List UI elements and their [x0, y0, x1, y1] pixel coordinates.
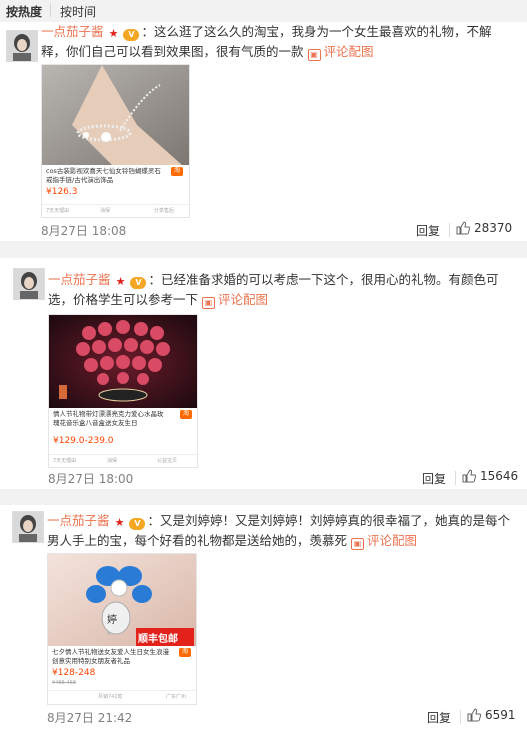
image-icon: ▣ — [307, 49, 321, 61]
thumb-up-icon — [456, 221, 470, 235]
taobao-shop-icon: 淘 — [178, 648, 192, 657]
product-title: 七夕情人节礼物送女友爱人生日女生浪漫创意实用特别女朋友者礼品 — [52, 648, 169, 665]
like-button[interactable]: 28370 — [456, 221, 512, 235]
username-link[interactable]: 一点茄子酱 — [47, 513, 110, 528]
free-shipping-banner: 顺丰包邮 — [138, 634, 178, 645]
view-review-image-link[interactable]: ▣ 评论配图 — [351, 533, 418, 550]
avatar[interactable] — [6, 30, 38, 62]
product-title: 情人节礼物带灯漂漂亮克力爱心水晶玫瑰花音乐盒八音盒送女友生日 — [53, 410, 164, 427]
thumb-up-icon — [462, 469, 476, 483]
action-divider — [460, 710, 461, 724]
comment-body: 一点茄子酱 ★ V ：已经准备求婚的可以考虑一下这个，很用心的礼物。有颜色可选，价… — [48, 270, 518, 310]
product-price: ¥129.0-239.0 — [53, 436, 114, 446]
comment-card: 一点茄子酱 ★ V ：这么逛了这么久的淘宝，我身为一个女生最喜欢的礼物，不解释，你… — [0, 22, 527, 241]
like-button[interactable]: 6591 — [467, 708, 516, 722]
review-label: 评论配图 — [367, 533, 418, 548]
star-badge-icon: ★ — [108, 27, 119, 40]
original-price: ¥488-458 — [52, 680, 77, 686]
product-footer: 月销742笔 广东广州 — [48, 690, 196, 703]
comment-timestamp: 8月27日 21:42 — [47, 711, 133, 725]
product-tag-return: 7天无理由 — [46, 208, 70, 214]
vip-badge-icon: V — [129, 518, 146, 530]
like-button[interactable]: 15646 — [462, 469, 518, 483]
shop-location: 广东广州 — [166, 694, 187, 700]
product-price: ¥128-248 — [52, 668, 96, 678]
star-badge-icon: ★ — [114, 516, 125, 529]
product-tag-guarantee: 消保 — [100, 208, 111, 214]
reply-button[interactable]: 回复 — [422, 470, 446, 487]
username-link[interactable]: 一点茄子酱 — [48, 272, 111, 287]
like-count: 15646 — [480, 469, 519, 483]
like-count: 6591 — [485, 708, 516, 722]
product-tag-guarantee: 消保 — [107, 458, 118, 464]
view-review-image-link[interactable]: ▣ 评论配图 — [202, 292, 269, 309]
comment-card: 一点茄子酱 ★ V ：已经准备求婚的可以考虑一下这个，很用心的礼物。有颜色可选，价… — [0, 258, 527, 489]
sort-by-hot-tab[interactable]: 按热度 — [6, 3, 42, 20]
product-tag-charity: 公益宝贝 — [157, 458, 178, 464]
vip-badge-icon: V — [130, 277, 147, 289]
action-divider — [449, 223, 450, 237]
reply-button[interactable]: 回复 — [427, 709, 451, 726]
product-tag-share: 分享售后 — [154, 208, 175, 214]
sort-bar: 按热度 按时间 — [0, 0, 527, 22]
username-link[interactable]: 一点茄子酱 — [41, 24, 104, 39]
view-review-image-link[interactable]: ▣ 评论配图 — [307, 44, 374, 61]
product-footer: 7天无理由 消保 分享售后 — [42, 204, 189, 217]
comment-body: 一点茄子酱 ★ V ：这么逛了这么久的淘宝，我身为一个女生最喜欢的礼物，不解释，你… — [41, 22, 511, 62]
product-price: ¥126.3 — [46, 187, 78, 197]
reply-button[interactable]: 回复 — [416, 222, 440, 239]
thumb-up-icon — [467, 708, 481, 722]
comment-timestamp: 8月27日 18:08 — [41, 224, 127, 238]
avatar[interactable] — [13, 268, 45, 300]
star-badge-icon: ★ — [115, 275, 126, 288]
review-label: 评论配图 — [218, 292, 269, 307]
like-count: 28370 — [474, 221, 513, 235]
comment-timestamp: 8月27日 18:00 — [48, 472, 134, 486]
sort-by-time-tab[interactable]: 按时间 — [60, 3, 96, 20]
product-card[interactable]: 情人节礼物带灯漂漂亮克力爱心水晶玫瑰花音乐盒八音盒送女友生日 淘 ¥129.0-… — [48, 314, 198, 468]
product-card[interactable]: cos古装影视欢喜天七仙女铃铛蝴蝶灵石戒指手链/古代演出饰品 淘 ¥126.3 … — [41, 64, 190, 218]
product-photo — [42, 65, 189, 165]
monthly-sales: 月销742笔 — [98, 694, 123, 700]
product-tag-return: 7天无理由 — [53, 458, 77, 464]
product-footer: 7天无理由 消保 公益宝贝 — [49, 454, 197, 467]
image-icon: ▣ — [351, 538, 364, 550]
taobao-shop-icon: 淘 — [170, 167, 184, 176]
action-divider — [455, 471, 456, 485]
sort-divider — [50, 3, 51, 17]
product-title: cos古装影视欢喜天七仙女铃铛蝴蝶灵石戒指手链/古代演出饰品 — [46, 167, 161, 184]
charm-engraving: 婷 — [107, 615, 117, 626]
taobao-shop-icon: 淘 — [179, 410, 193, 419]
vip-badge-icon: V — [123, 29, 140, 41]
review-label: 评论配图 — [323, 44, 374, 59]
comment-card: 一点茄子酱 ★ V ：又是刘婷婷！又是刘婷婷！刘婷婷真的很幸福了，她真的是每个男人… — [0, 505, 527, 734]
comment-body: 一点茄子酱 ★ V ：又是刘婷婷！又是刘婷婷！刘婷婷真的很幸福了，她真的是每个男人… — [47, 511, 517, 551]
image-icon: ▣ — [202, 297, 215, 309]
product-card[interactable]: 婷 顺丰包邮 七夕情人节礼物送女友爱人生日女生浪漫创意实用特别女朋友者礼品 淘 … — [47, 553, 197, 705]
product-photo — [49, 315, 197, 408]
avatar[interactable] — [12, 511, 44, 543]
